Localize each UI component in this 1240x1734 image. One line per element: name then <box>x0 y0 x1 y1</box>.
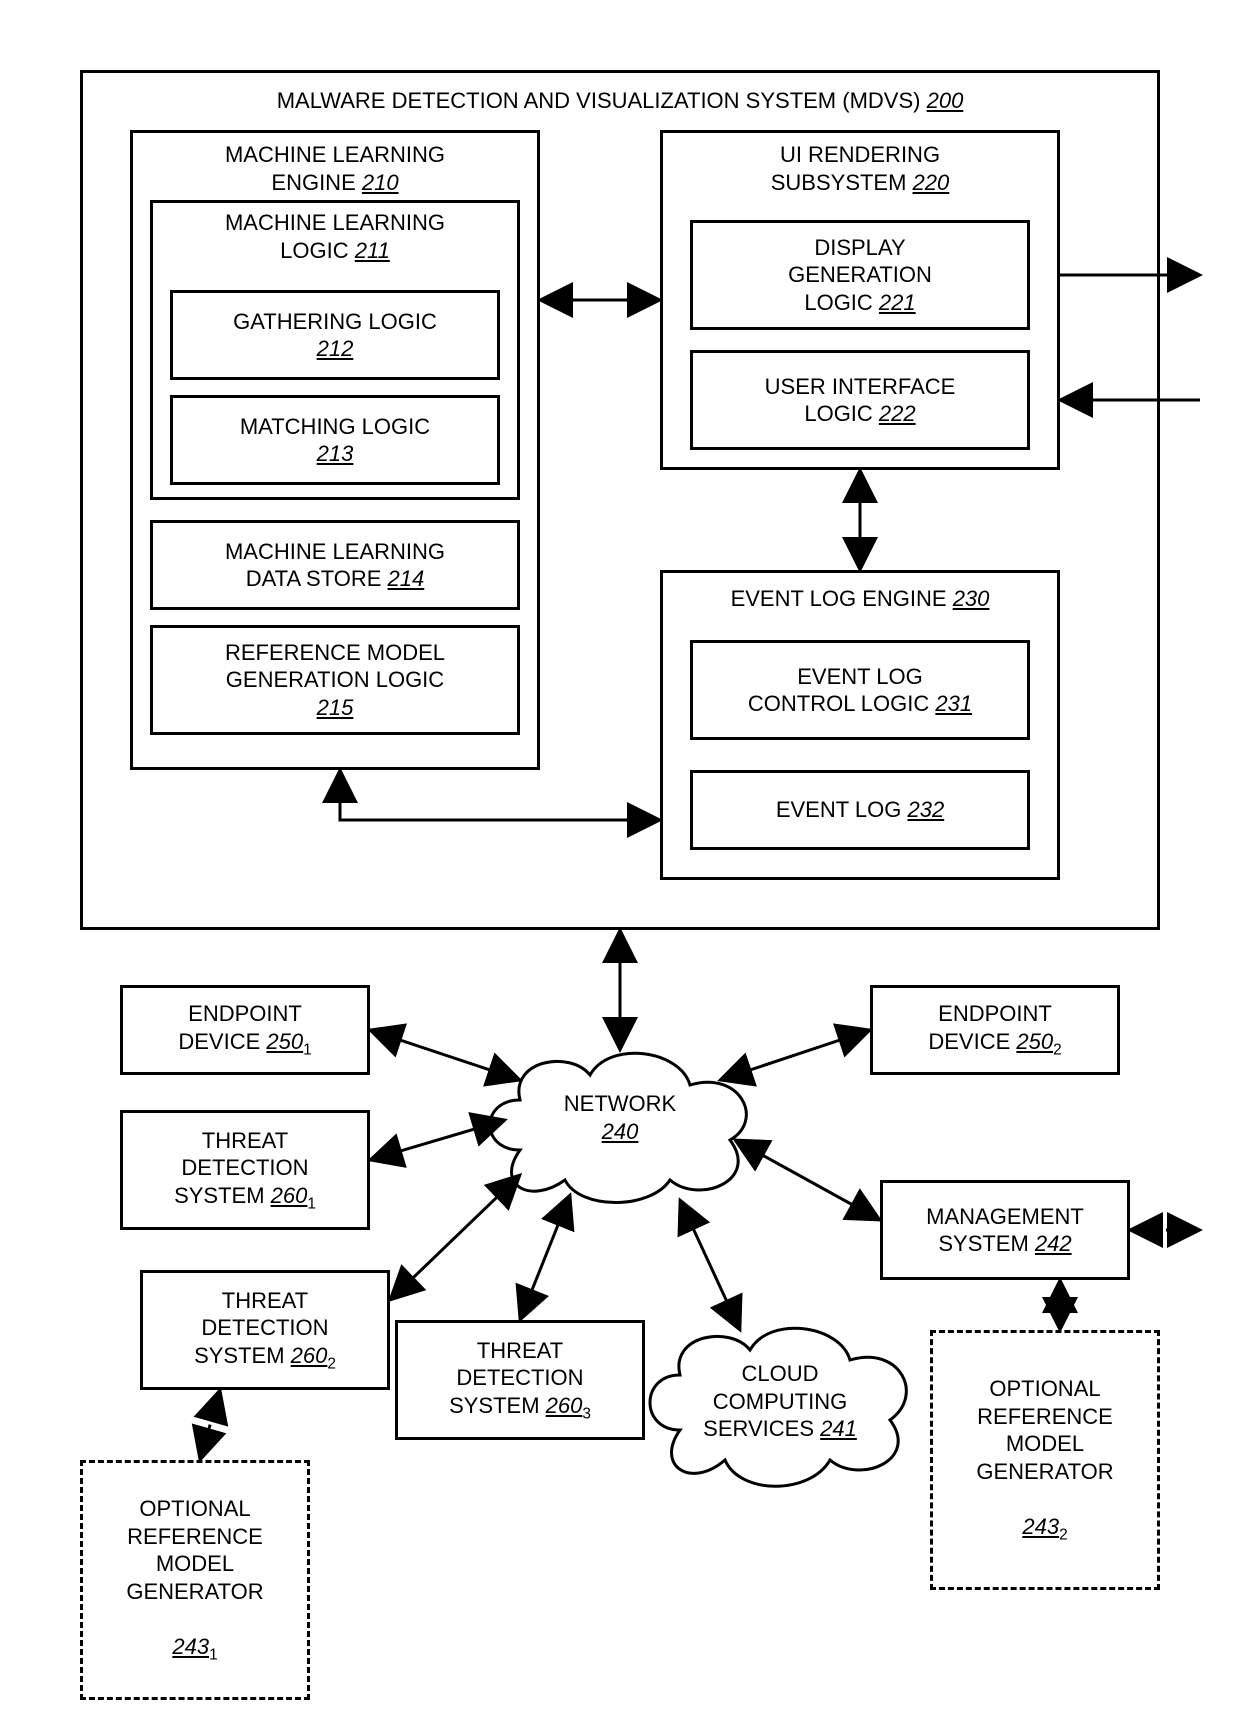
event-log-title: EVENT LOG <box>776 797 902 822</box>
mgmt-row: MANAGEMENTSYSTEM 242 <box>926 1203 1084 1258</box>
ml-datastore-row: MACHINE LEARNINGDATA STORE 214 <box>225 538 445 593</box>
endpoint1-row: ENDPOINTDEVICE 2501 <box>178 1000 311 1059</box>
network-title: NETWORK <box>564 1091 676 1116</box>
ref-model-gen-row: REFERENCE MODELGENERATION LOGIC215 <box>225 639 445 722</box>
event-engine-ref: 230 <box>953 586 990 611</box>
display-gen-logic: DISPLAYGENERATIONLOGIC 221 <box>690 220 1030 330</box>
event-log-control: EVENT LOGCONTROL LOGIC 231 <box>690 640 1030 740</box>
opt2-row: OPTIONALREFERENCEMODELGENERATOR2432 <box>976 1375 1113 1544</box>
threat-detection-3: THREATDETECTIONSYSTEM 2603 <box>395 1320 645 1440</box>
management-system: MANAGEMENTSYSTEM 242 <box>880 1180 1130 1280</box>
ml-datastore: MACHINE LEARNINGDATA STORE 214 <box>150 520 520 610</box>
gathering-ref: 212 <box>317 336 354 361</box>
opt1-row: OPTIONALREFERENCEMODELGENERATOR2431 <box>126 1495 263 1664</box>
event-engine-row: EVENT LOG ENGINE 230 <box>731 585 990 613</box>
ref-model-gen-logic: REFERENCE MODELGENERATION LOGIC215 <box>150 625 520 735</box>
matching-ref: 213 <box>317 441 354 466</box>
event-ctrl-row: EVENT LOGCONTROL LOGIC 231 <box>748 663 972 718</box>
event-engine-title: EVENT LOG ENGINE <box>731 586 947 611</box>
optional-ref-model-gen-1: OPTIONALREFERENCEMODELGENERATOR2431 <box>80 1460 310 1700</box>
ui-logic-row: USER INTERFACELOGIC 222 <box>765 373 956 428</box>
optional-ref-model-gen-2: OPTIONALREFERENCEMODELGENERATOR2432 <box>930 1330 1160 1590</box>
display-gen-row: DISPLAYGENERATIONLOGIC 221 <box>788 234 932 317</box>
network-cloud-label: NETWORK 240 <box>540 1090 700 1145</box>
matching-title: MATCHING LOGIC <box>240 414 430 439</box>
matching-logic: MATCHING LOGIC 213 <box>170 395 500 485</box>
ml-logic-title-row: MACHINE LEARNINGLOGIC 211 <box>225 209 445 264</box>
mdvs-title-row: MALWARE DETECTION AND VISUALIZATION SYST… <box>277 87 964 115</box>
gathering-logic: GATHERING LOGIC 212 <box>170 290 500 380</box>
mdvs-title: MALWARE DETECTION AND VISUALIZATION SYST… <box>277 88 921 113</box>
tds3-row: THREATDETECTIONSYSTEM 2603 <box>449 1337 591 1424</box>
event-log-ref: 232 <box>907 797 944 822</box>
event-log-row: EVENT LOG 232 <box>776 796 944 824</box>
threat-detection-1: THREATDETECTIONSYSTEM 2601 <box>120 1110 370 1230</box>
gathering-title: GATHERING LOGIC <box>233 309 437 334</box>
user-interface-logic: USER INTERFACELOGIC 222 <box>690 350 1030 450</box>
ml-engine-title-row: MACHINE LEARNINGENGINE 210 <box>225 141 445 196</box>
tds1-row: THREATDETECTIONSYSTEM 2601 <box>174 1127 316 1214</box>
cloud-services-label: CLOUDCOMPUTINGSERVICES 241 <box>690 1360 870 1443</box>
mdvs-ref: 200 <box>927 88 964 113</box>
endpoint-device-1: ENDPOINTDEVICE 2501 <box>120 985 370 1075</box>
endpoint-device-2: ENDPOINTDEVICE 2502 <box>870 985 1120 1075</box>
event-log: EVENT LOG 232 <box>690 770 1030 850</box>
tds2-row: THREATDETECTIONSYSTEM 2602 <box>194 1287 336 1374</box>
matching-row: MATCHING LOGIC 213 <box>240 413 430 468</box>
gathering-row: GATHERING LOGIC 212 <box>233 308 437 363</box>
threat-detection-2: THREATDETECTIONSYSTEM 2602 <box>140 1270 390 1390</box>
endpoint2-row: ENDPOINTDEVICE 2502 <box>928 1000 1061 1059</box>
network-ref: 240 <box>602 1119 639 1144</box>
ui-sub-row: UI RENDERINGSUBSYSTEM 220 <box>771 141 950 196</box>
